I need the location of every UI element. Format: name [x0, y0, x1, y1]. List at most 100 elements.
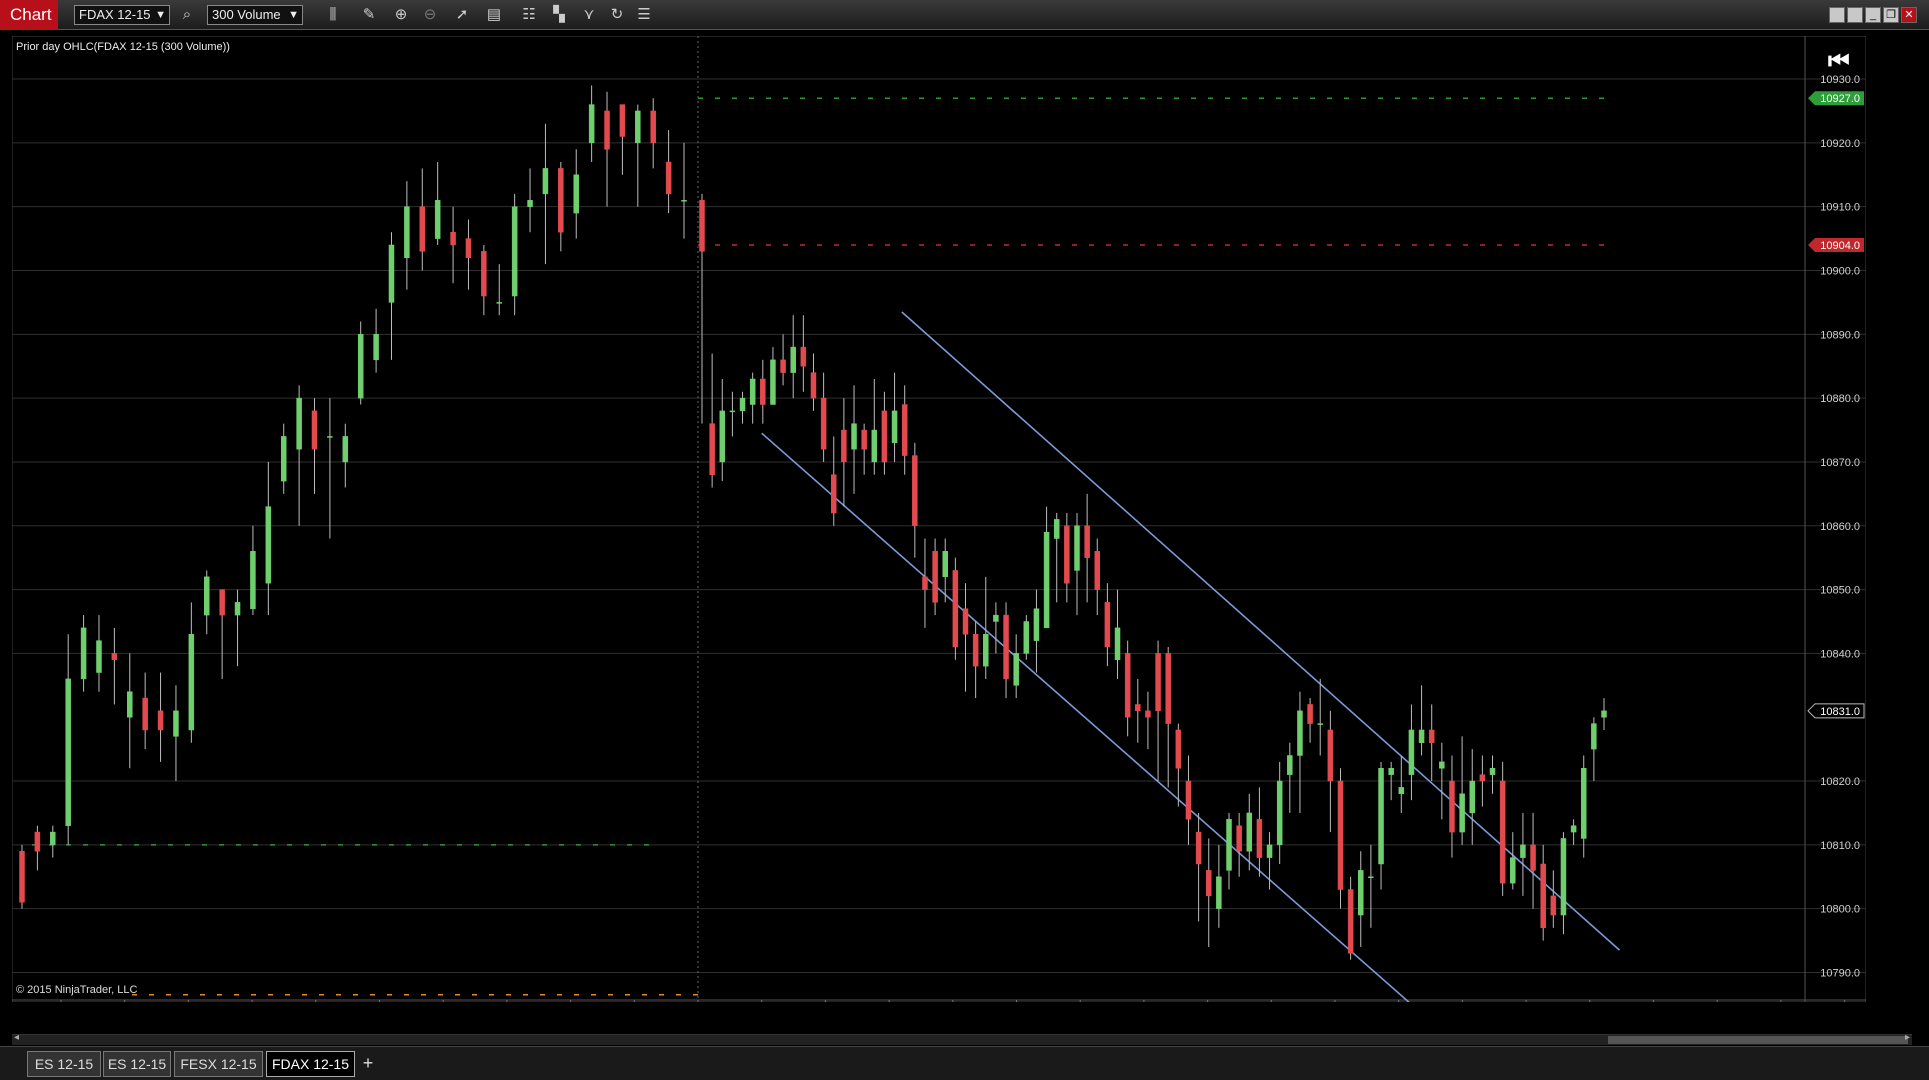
- tab-fesx-12-15[interactable]: FESX 12-15: [174, 1051, 263, 1077]
- minimize-icon[interactable]: _: [1865, 7, 1881, 23]
- candle-body[interactable]: [1175, 729, 1182, 769]
- restore-icon[interactable]: ❐: [1883, 7, 1899, 23]
- pointer-icon[interactable]: ➚: [451, 4, 473, 26]
- candle-body[interactable]: [1287, 755, 1293, 775]
- candle-body[interactable]: [234, 602, 241, 616]
- candle-body[interactable]: [699, 200, 705, 252]
- candle-body[interactable]: [1114, 627, 1121, 661]
- tab-es-12-15[interactable]: ES 12-15: [27, 1051, 101, 1077]
- candle-body[interactable]: [173, 710, 179, 737]
- scroll-to-end-icon[interactable]: ⏮: [1828, 48, 1850, 76]
- candle-body[interactable]: [749, 378, 756, 405]
- candle-body[interactable]: [1408, 729, 1415, 775]
- candle-body[interactable]: [851, 423, 857, 450]
- candle-body[interactable]: [542, 168, 549, 195]
- candle-body[interactable]: [203, 576, 210, 616]
- candle-body[interactable]: [157, 710, 164, 731]
- candle-body[interactable]: [1033, 608, 1040, 641]
- candle-body[interactable]: [729, 410, 736, 413]
- candle-body[interactable]: [952, 570, 959, 648]
- candle-body[interactable]: [280, 436, 287, 482]
- candle-body[interactable]: [1601, 710, 1607, 718]
- candle-body[interactable]: [635, 110, 641, 144]
- candle-body[interactable]: [1256, 819, 1263, 858]
- candle-body[interactable]: [1570, 825, 1577, 833]
- candle-body[interactable]: [1520, 844, 1526, 858]
- candle-body[interactable]: [1550, 895, 1557, 916]
- candle-body[interactable]: [619, 104, 626, 137]
- candle-body[interactable]: [1540, 863, 1546, 929]
- candle-body[interactable]: [1337, 780, 1344, 890]
- candle-body[interactable]: [1479, 774, 1486, 782]
- candle-body[interactable]: [465, 238, 472, 258]
- candle-body[interactable]: [388, 244, 395, 303]
- candle-body[interactable]: [311, 410, 318, 450]
- candle-body[interactable]: [434, 200, 441, 239]
- window-title[interactable]: Chart: [0, 0, 58, 30]
- candle-body[interactable]: [404, 206, 410, 258]
- horizontal-scrollbar[interactable]: ◂ ▸: [12, 1032, 1912, 1045]
- candle-body[interactable]: [760, 378, 766, 405]
- candle-body[interactable]: [357, 334, 364, 399]
- candle-body[interactable]: [719, 410, 726, 463]
- strategies-icon[interactable]: ☷: [518, 4, 540, 26]
- candle-body[interactable]: [1104, 602, 1111, 648]
- minimize-all-icon[interactable]: [1829, 7, 1845, 23]
- candle-body[interactable]: [481, 251, 487, 297]
- candle-body[interactable]: [962, 608, 969, 635]
- candle-body[interactable]: [1003, 614, 1009, 680]
- candle-body[interactable]: [80, 627, 87, 680]
- candle-body[interactable]: [1165, 653, 1171, 724]
- candle-body[interactable]: [419, 206, 426, 252]
- candle-body[interactable]: [1124, 653, 1131, 718]
- candle-body[interactable]: [841, 429, 847, 463]
- candle-body[interactable]: [1216, 876, 1222, 909]
- candle-body[interactable]: [1327, 729, 1334, 782]
- candle-body[interactable]: [1297, 710, 1303, 756]
- candle-body[interactable]: [1358, 870, 1364, 916]
- candle-body[interactable]: [1398, 787, 1405, 795]
- candle-body[interactable]: [1439, 761, 1445, 769]
- candle-body[interactable]: [1236, 825, 1242, 852]
- tab-fdax-12-15[interactable]: FDAX 12-15: [266, 1051, 355, 1077]
- candle-body[interactable]: [1053, 519, 1060, 539]
- candle-body[interactable]: [1560, 838, 1567, 916]
- candle-body[interactable]: [511, 206, 518, 297]
- candle-body[interactable]: [871, 429, 878, 463]
- candle-body[interactable]: [912, 455, 918, 527]
- candle-body[interactable]: [810, 372, 817, 399]
- price-chart[interactable]: 10930.010920.010910.010900.010890.010880…: [12, 36, 1866, 1002]
- candle-body[interactable]: [780, 359, 786, 373]
- candle-body[interactable]: [831, 474, 837, 514]
- instrument-selector[interactable]: FDAX 12-15 ▼: [74, 5, 170, 25]
- candle-body[interactable]: [1276, 780, 1283, 846]
- candle-body[interactable]: [1418, 729, 1425, 743]
- refresh-icon[interactable]: ↻: [606, 4, 628, 26]
- candle-body[interactable]: [50, 831, 56, 846]
- candle-body[interactable]: [1388, 768, 1394, 775]
- candle-body[interactable]: [1459, 793, 1465, 833]
- tile-icon[interactable]: [1847, 7, 1863, 23]
- candle-body[interactable]: [296, 397, 302, 450]
- zoom-out-icon[interactable]: ⊖: [419, 4, 441, 26]
- candle-body[interactable]: [770, 359, 776, 405]
- scroll-left-icon[interactable]: ◂: [14, 1032, 19, 1043]
- candle-body[interactable]: [327, 436, 333, 438]
- candle-body[interactable]: [1378, 768, 1384, 865]
- candle-body[interactable]: [901, 404, 908, 456]
- candle-body[interactable]: [922, 576, 928, 590]
- candle-body[interactable]: [1246, 812, 1253, 852]
- zoom-in-icon[interactable]: ⊕: [390, 4, 412, 26]
- candle-body[interactable]: [881, 410, 888, 463]
- candle-body[interactable]: [1580, 768, 1587, 839]
- data-box-icon[interactable]: ▤: [483, 4, 505, 26]
- candle-body[interactable]: [450, 231, 456, 246]
- candle-body[interactable]: [1094, 551, 1101, 590]
- search-icon[interactable]: ⌕: [176, 4, 198, 26]
- candle-body[interactable]: [983, 634, 989, 667]
- candle-body[interactable]: [604, 110, 610, 150]
- draw-pencil-icon[interactable]: ✎: [358, 4, 380, 26]
- candle-body[interactable]: [19, 850, 25, 903]
- candle-body[interactable]: [1064, 525, 1070, 584]
- candle-body[interactable]: [1135, 704, 1141, 712]
